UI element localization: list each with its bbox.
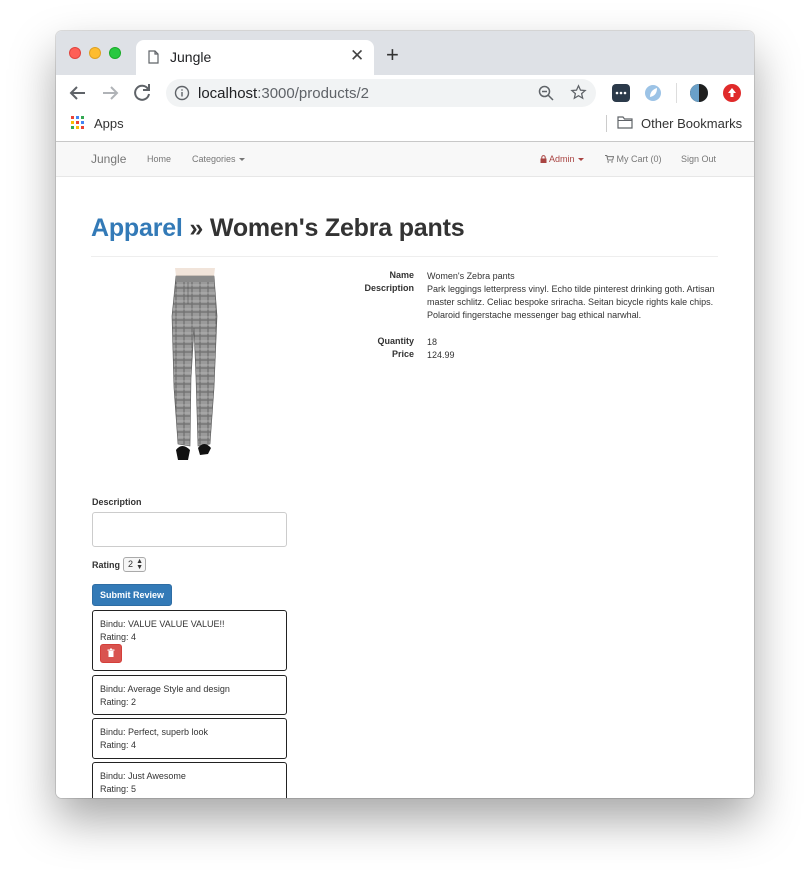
nav-cart-label: My Cart (0) <box>616 154 662 164</box>
caret-down-icon <box>238 158 245 162</box>
select-arrows-icon: ▲ ▼ <box>136 558 143 571</box>
forward-icon[interactable] <box>98 81 122 105</box>
rating-select[interactable]: 2 ▲ ▼ <box>123 557 146 572</box>
tab-jungle[interactable]: Jungle ✕ <box>136 40 374 75</box>
review-card: Bindu: VALUE VALUE VALUE!! Rating: 4 <box>92 610 287 671</box>
nav-admin-label: Admin <box>549 154 575 164</box>
url-path: :3000/products/2 <box>257 85 369 102</box>
nav-categories-label: Categories <box>192 154 236 164</box>
nav-cart[interactable]: My Cart (0) <box>605 154 662 164</box>
review-description-textarea[interactable] <box>92 512 287 547</box>
zoom-out-icon[interactable] <box>538 85 554 101</box>
folder-icon <box>617 116 633 129</box>
new-tab-icon[interactable]: + <box>386 44 399 66</box>
review-rating: Rating: 4 <box>100 632 137 642</box>
product-title: Women's Zebra pants <box>209 214 465 242</box>
nav-sign-out[interactable]: Sign Out <box>681 154 716 164</box>
toolbar-divider <box>676 83 677 103</box>
detail-label: Quantity <box>377 336 414 346</box>
review-rating: Rating: 5 <box>100 784 137 794</box>
profile-avatar[interactable] <box>690 84 708 102</box>
nav-admin-dropdown[interactable]: Admin <box>540 154 584 164</box>
zoom-window-button[interactable] <box>109 47 121 59</box>
apps-bookmark[interactable]: Apps <box>94 116 124 131</box>
extension-dots-icon[interactable] <box>612 84 630 102</box>
url-text[interactable]: localhost:3000/products/2 <box>198 85 369 102</box>
brand-link[interactable]: Jungle <box>91 152 126 166</box>
close-tab-icon[interactable]: ✕ <box>350 47 364 65</box>
info-icon[interactable] <box>174 85 190 101</box>
extension-upload-icon[interactable] <box>723 84 741 102</box>
breadcrumb-separator: » <box>182 214 210 242</box>
page-icon <box>148 50 159 64</box>
nav-categories-dropdown[interactable]: Categories <box>192 154 245 164</box>
caret-down-icon <box>577 158 584 162</box>
browser-toolbar: localhost:3000/products/2 <box>56 75 754 111</box>
extension-leaf-icon[interactable] <box>644 84 662 102</box>
review-card: Bindu: Just Awesome Rating: 5 <box>92 762 287 798</box>
review-card: Bindu: Perfect, superb look Rating: 4 <box>92 718 287 759</box>
detail-value: Park leggings letterpress vinyl. Echo ti… <box>427 284 715 320</box>
bookmark-star-icon[interactable] <box>570 84 587 101</box>
product-image <box>148 268 238 468</box>
reload-icon[interactable] <box>130 81 154 105</box>
review-rating: Rating: 2 <box>100 697 137 707</box>
review-card: Bindu: Average Style and design Rating: … <box>92 675 287 715</box>
page-title: Apparel » Women's Zebra pants <box>91 214 465 243</box>
review-description-label: Description <box>92 497 142 507</box>
review-text: Bindu: Just Awesome <box>100 771 186 781</box>
bookmarks-bar: Apps Other Bookmarks <box>56 111 754 142</box>
detail-label: Price <box>391 349 414 359</box>
detail-label: Name <box>389 270 414 280</box>
browser-window: Jungle ✕ + localhost:3000/products/2 App… <box>56 31 754 798</box>
tab-title: Jungle <box>170 49 212 65</box>
review-rating: Rating: 4 <box>100 740 137 750</box>
close-window-button[interactable] <box>69 47 81 59</box>
other-bookmarks[interactable]: Other Bookmarks <box>641 116 742 131</box>
submit-review-button[interactable]: Submit Review <box>92 584 172 606</box>
rating-label: Rating <box>92 560 120 570</box>
review-text: Bindu: Average Style and design <box>100 684 230 694</box>
nav-home[interactable]: Home <box>147 154 171 164</box>
site-navbar: Jungle Home Categories Admin My Cart (0)… <box>56 142 754 177</box>
back-icon[interactable] <box>66 81 90 105</box>
review-text: Bindu: Perfect, superb look <box>100 727 209 737</box>
minimize-window-button[interactable] <box>89 47 101 59</box>
rating-select-value: 2 <box>128 559 134 569</box>
trash-icon <box>107 648 115 657</box>
detail-label: Description <box>364 283 414 293</box>
title-divider <box>91 256 718 257</box>
page-content: Jungle Home Categories Admin My Cart (0)… <box>56 142 754 798</box>
apps-grid-icon[interactable] <box>71 116 84 129</box>
url-host: localhost <box>198 85 258 102</box>
tab-strip: Jungle ✕ + <box>56 31 754 75</box>
delete-review-button[interactable] <box>100 644 122 663</box>
detail-value: Women's Zebra pants <box>427 271 515 281</box>
detail-value: 124.99 <box>427 350 455 360</box>
address-bar[interactable]: localhost:3000/products/2 <box>166 79 596 107</box>
detail-value: 18 <box>427 337 438 347</box>
cart-icon <box>605 155 615 163</box>
category-link[interactable]: Apparel <box>91 214 183 242</box>
lock-icon <box>540 155 547 163</box>
review-text: Bindu: VALUE VALUE VALUE!! <box>100 619 225 629</box>
bookmarks-divider <box>606 115 607 132</box>
